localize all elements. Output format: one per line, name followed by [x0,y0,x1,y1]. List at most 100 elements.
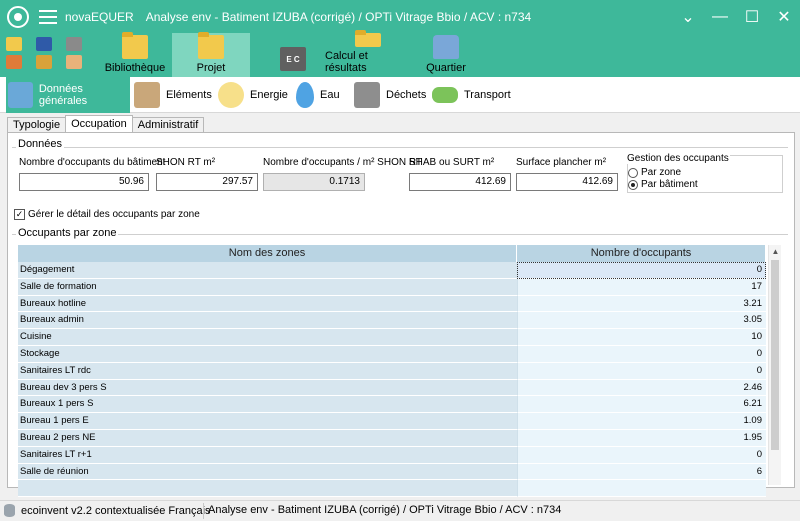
database-icon [4,504,15,517]
bin-icon [354,82,380,108]
chevron-down-icon[interactable]: ⌄ [672,0,704,33]
table-body: Dégagement 0 Salle de formation 17 Bureaux h… [18,262,766,498]
scroll-thumb[interactable] [771,260,779,450]
occupants-par-m2-field: 0.1713 [263,173,365,191]
folder-project-icon [198,32,224,59]
tab-eau[interactable]: Eau [296,77,354,113]
zone-name-cell: Salle de formation [18,278,517,296]
column-header-zone[interactable]: Nom des zones [18,245,517,262]
occupants-cell[interactable]: 10 [517,329,766,346]
table-row[interactable]: Stockage 0 [18,345,766,363]
table-row[interactable] [18,480,766,498]
status-bar: ecoinvent v2.2 contextualisée Français A… [0,500,800,521]
occupants-cell[interactable]: 17 [517,278,766,296]
scroll-up-icon[interactable]: ▲ [769,245,782,258]
house-icon [134,82,160,108]
occupants-cell[interactable]: 6.21 [517,396,766,414]
occupants-cell[interactable]: 3.05 [517,312,766,330]
occupation-panel: Données Nombre d'occupants du bâtiment 5… [7,132,795,498]
close-button[interactable]: ✕ [768,0,800,33]
gestion-label: Gestion des occupants [626,153,730,164]
zones-group-label: Occupants par zone [16,227,119,239]
tab-energie[interactable]: Energie [218,77,290,113]
bulb-icon [218,82,244,108]
toolbar-ecec-button[interactable]: E C [258,33,328,77]
occupants-cell[interactable]: 0 [517,362,766,380]
table-row[interactable]: Cuisine 10 [18,329,766,346]
table-row[interactable]: Sanitaires LT rdc 0 [18,362,766,380]
tab-occupation[interactable]: Occupation [65,115,133,132]
database-name: ecoinvent v2.2 contextualisée Français [21,504,211,517]
table-row[interactable]: Salle de réunion 6 [18,463,766,481]
app-name: novaEQUER [65,9,134,24]
zone-name-cell: Bureaux admin [18,312,517,330]
shon-rt-field[interactable]: 297.57 [156,173,258,191]
save-icon[interactable] [36,37,52,51]
table-row[interactable]: Sanitaires LT r+1 0 [18,446,766,464]
folder-library-icon [122,32,148,59]
minimize-button[interactable]: — [704,0,736,33]
zone-name-cell: Stockage [18,345,517,363]
zone-name-cell: Sanitaires LT r+1 [18,446,517,464]
open-folder-icon[interactable] [6,37,22,51]
checkmark-icon: ✓ [14,209,25,220]
folder-results-icon [354,30,381,47]
field-label-occupants-par-m2: Nombre d'occupants / m² SHON RT [263,157,422,168]
table-row[interactable]: Bureaux hotline 3.21 [18,295,766,313]
tools-icon[interactable] [66,37,82,51]
table-row[interactable]: Bureaux 1 pers S 6.21 [18,396,766,414]
occupants-cell[interactable]: 6 [517,463,766,481]
column-header-occupants[interactable]: Nombre d'occupants [517,245,766,262]
field-label-occupants-batiment: Nombre d'occupants du bâtiment [19,157,166,168]
zone-name-cell: Bureau dev 3 pers S [18,379,517,397]
donnees-group-label: Données [16,138,65,150]
window-title: Analyse env - Batiment IZUBA (corrigé) /… [145,9,532,24]
ec-ec-icon: E C [280,47,306,71]
quartier-icon [433,35,459,59]
occupants-cell[interactable]: 0 [517,345,766,363]
subtabs: Typologie Occupation Administratif [7,115,205,132]
table-row[interactable]: Bureau 2 pers NE 1.95 [18,429,766,447]
table-row[interactable]: Bureau dev 3 pers S 2.46 [18,379,766,397]
occupants-cell[interactable] [517,480,766,498]
tab-elements[interactable]: Eléments [134,77,214,113]
toolbar-projet-button[interactable]: Projet [172,32,250,77]
zone-name-cell: Sanitaires LT rdc [18,362,517,380]
table-row[interactable]: Bureaux admin 3.05 [18,312,766,330]
toolbar-calcul-button[interactable]: Calcul et résultats [325,30,410,77]
radio-par-batiment[interactable]: Par bâtiment [628,179,698,190]
tab-dechets[interactable]: Déchets [354,77,428,113]
occupants-cell[interactable]: 0 [517,262,766,279]
radio-par-zone[interactable]: Par zone [628,167,681,178]
zone-name-cell [18,480,517,498]
table-scrollbar[interactable]: ▲ [768,245,781,485]
occupants-cell[interactable]: 2.46 [517,379,766,397]
occupants-cell[interactable]: 3.21 [517,295,766,313]
app-logo-icon [7,5,29,28]
home-icon[interactable] [6,55,22,69]
zone-name-cell: Bureau 1 pers E [18,413,517,430]
occupants-cell[interactable]: 1.09 [517,413,766,430]
surface-plancher-field[interactable]: 412.69 [516,173,618,191]
table-row[interactable]: Dégagement 0 [18,262,766,279]
tab-typologie[interactable]: Typologie [7,117,67,132]
radio-icon [628,167,638,178]
menu-icon[interactable] [39,9,57,24]
table-row[interactable]: Salle de formation 17 [18,278,766,296]
shab-field[interactable]: 412.69 [409,173,511,191]
tab-administratif[interactable]: Administratif [131,117,205,132]
title-bar: novaEQUER Analyse env - Batiment IZUBA (… [0,0,800,33]
occupants-cell[interactable]: 0 [517,446,766,464]
main-toolbar: Bibliothèque Projet E C Calcul et résult… [0,30,800,77]
table-row[interactable]: Bureau 1 pers E 1.09 [18,413,766,430]
occupants-cell[interactable]: 1.95 [517,429,766,447]
tab-transport[interactable]: Transport [432,77,516,113]
settings-icon[interactable] [36,55,52,69]
occupants-batiment-field[interactable]: 50.96 [19,173,149,191]
toolbar-bibliotheque-button[interactable]: Bibliothèque [100,32,170,77]
hand-icon[interactable] [66,55,82,69]
toolbar-quartier-button[interactable]: Quartier [418,33,474,77]
tab-donnees-generales[interactable]: Données générales [6,77,130,113]
maximize-button[interactable]: ☐ [736,0,768,33]
detail-occupants-checkbox[interactable]: ✓ Gérer le détail des occupants par zone [14,209,200,220]
